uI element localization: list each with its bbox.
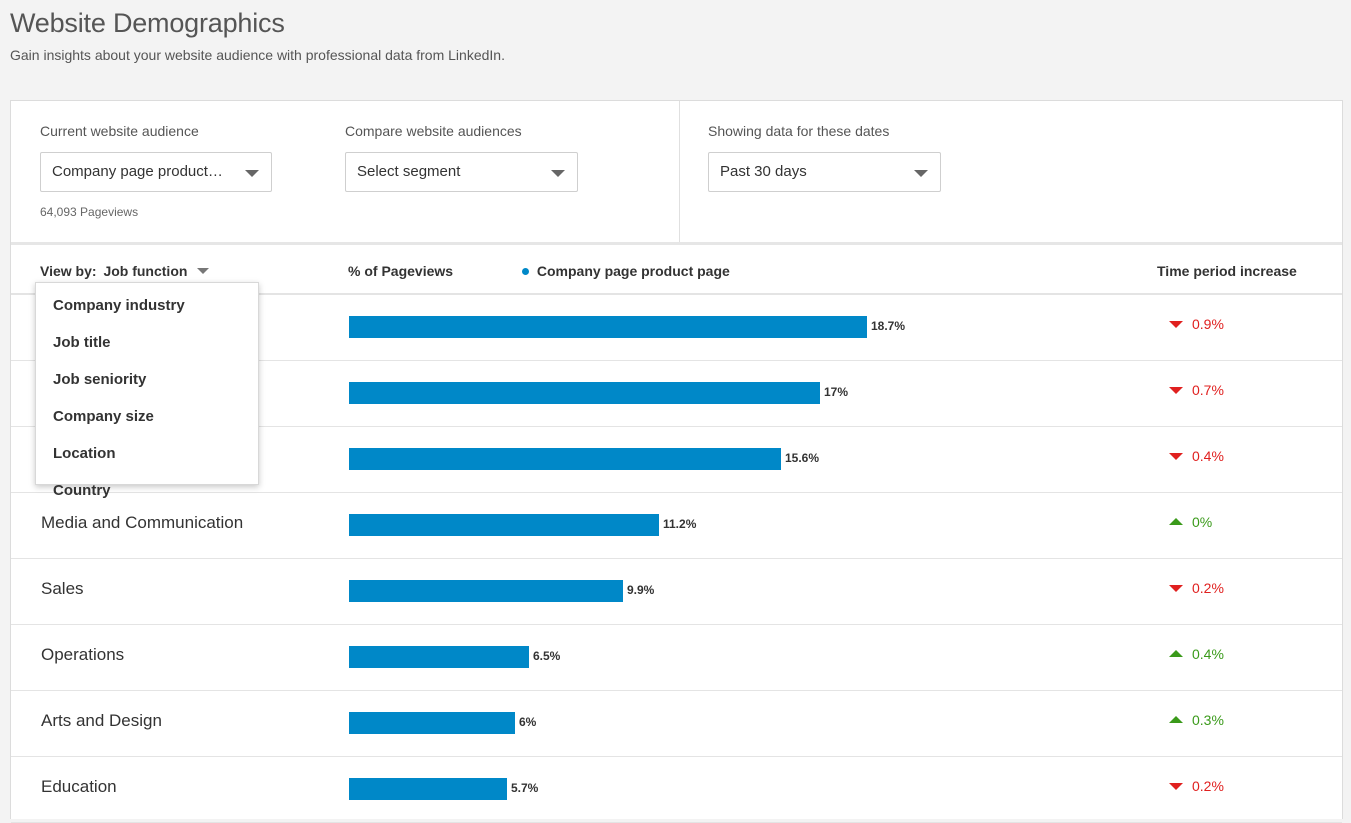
time-period-change: 0.7% [1169, 382, 1224, 398]
change-value: 0.2% [1192, 778, 1224, 794]
pageviews-count: 64,093 Pageviews [40, 205, 139, 219]
bar-value-label: 15.6% [785, 451, 820, 465]
dropdown-item-location[interactable]: Location [53, 445, 116, 462]
change-value: 0.7% [1192, 382, 1224, 398]
compare-segment-value: Select segment [357, 163, 461, 180]
bar-value-label: 11.2% [663, 517, 697, 531]
date-range-select[interactable]: Past 30 days [708, 152, 941, 192]
table-row: Sales 9.9% 0.2% [11, 558, 1342, 625]
chevron-down-icon [914, 170, 928, 177]
current-audience-select[interactable]: Company page product… [40, 152, 272, 192]
series-legend: Company page product page [522, 263, 730, 279]
pageviews-bar [349, 778, 507, 800]
dropdown-item-job-title[interactable]: Job title [53, 334, 111, 351]
time-period-change: 0% [1169, 514, 1212, 530]
row-label: Operations [41, 645, 125, 664]
triangle-up-icon [1169, 650, 1183, 657]
triangle-up-icon [1169, 518, 1183, 525]
bar-value-label: 6% [519, 715, 537, 729]
current-audience-value: Company page product… [52, 163, 223, 180]
change-value: 0.2% [1192, 580, 1224, 596]
pageviews-bar [349, 316, 867, 338]
filter-divider [679, 101, 680, 242]
change-value: 0% [1192, 514, 1213, 530]
bar-value-label: 9.9% [627, 583, 655, 597]
triangle-down-icon [1169, 321, 1183, 328]
pageviews-bar [349, 712, 515, 734]
pageviews-bar [349, 646, 529, 668]
view-by-value: Job function [103, 263, 188, 279]
current-audience-label: Current website audience [40, 123, 199, 139]
bar-value-label: 18.7% [871, 319, 906, 333]
triangle-down-icon [1169, 453, 1183, 460]
pageviews-bar [349, 448, 781, 470]
time-period-change: 0.2% [1169, 778, 1224, 794]
table-row: Education 5.7% 0.2% [11, 756, 1342, 823]
filters-panel: Current website audience Company page pr… [11, 101, 1342, 245]
table-row: Arts and Design 6% 0.3% [11, 690, 1342, 757]
row-label: Media and Communication [41, 513, 244, 532]
change-value: 0.4% [1192, 646, 1224, 662]
time-period-increase-header: Time period increase [1157, 263, 1297, 279]
pct-pageviews-header: % of Pageviews [348, 263, 454, 279]
chevron-down-icon [551, 170, 565, 177]
page-header: Website Demographics Gain insights about… [0, 0, 1351, 100]
row-label: Arts and Design [41, 711, 162, 730]
pageviews-bar [349, 514, 659, 536]
change-value: 0.4% [1192, 448, 1224, 464]
bar-value-label: 5.7% [511, 781, 539, 795]
time-period-change: 0.4% [1169, 646, 1224, 662]
triangle-down-icon [1169, 387, 1183, 394]
triangle-up-icon [1169, 716, 1183, 723]
pageviews-bar [349, 580, 623, 602]
dropdown-item-job-seniority[interactable]: Job seniority [53, 371, 146, 388]
time-period-change: 0.2% [1169, 580, 1224, 596]
date-range-label: Showing data for these dates [708, 123, 890, 139]
date-range-value: Past 30 days [720, 163, 807, 180]
view-by-toggle[interactable]: View by: Job function [40, 263, 210, 279]
view-by-dropdown-menu: Company industry Job title Job seniority… [35, 282, 259, 499]
dropdown-item-company-industry[interactable]: Company industry [53, 297, 185, 314]
table-row: Media and Communication 11.2% 0% [11, 492, 1342, 559]
compare-segment-select[interactable]: Select segment [345, 152, 578, 192]
legend-label: Company page product page [536, 263, 730, 279]
dropdown-item-company-size[interactable]: Company size [53, 408, 154, 425]
row-label: Sales [41, 579, 84, 598]
change-value: 0.3% [1192, 712, 1224, 728]
time-period-change: 0.4% [1169, 448, 1224, 464]
view-by-prefix: View by: [40, 263, 97, 279]
row-label: Education [41, 777, 117, 796]
table-row: Operations 6.5% 0.4% [11, 624, 1342, 691]
chevron-down-icon [197, 268, 210, 274]
bar-value-label: 6.5% [533, 649, 561, 663]
time-period-change: 0.3% [1169, 712, 1224, 728]
compare-audiences-label: Compare website audiences [345, 123, 522, 139]
page-title: Website Demographics [10, 8, 285, 38]
bar-value-label: 17% [824, 385, 849, 399]
time-period-change: 0.9% [1169, 316, 1224, 332]
legend-dot-icon [522, 268, 529, 275]
dropdown-item-country[interactable]: Country [53, 482, 111, 499]
page-subtitle: Gain insights about your website audienc… [10, 47, 505, 63]
triangle-down-icon [1169, 585, 1183, 592]
change-value: 0.9% [1192, 316, 1224, 332]
chevron-down-icon [245, 170, 259, 177]
pageviews-bar [349, 382, 820, 404]
triangle-down-icon [1169, 783, 1183, 790]
